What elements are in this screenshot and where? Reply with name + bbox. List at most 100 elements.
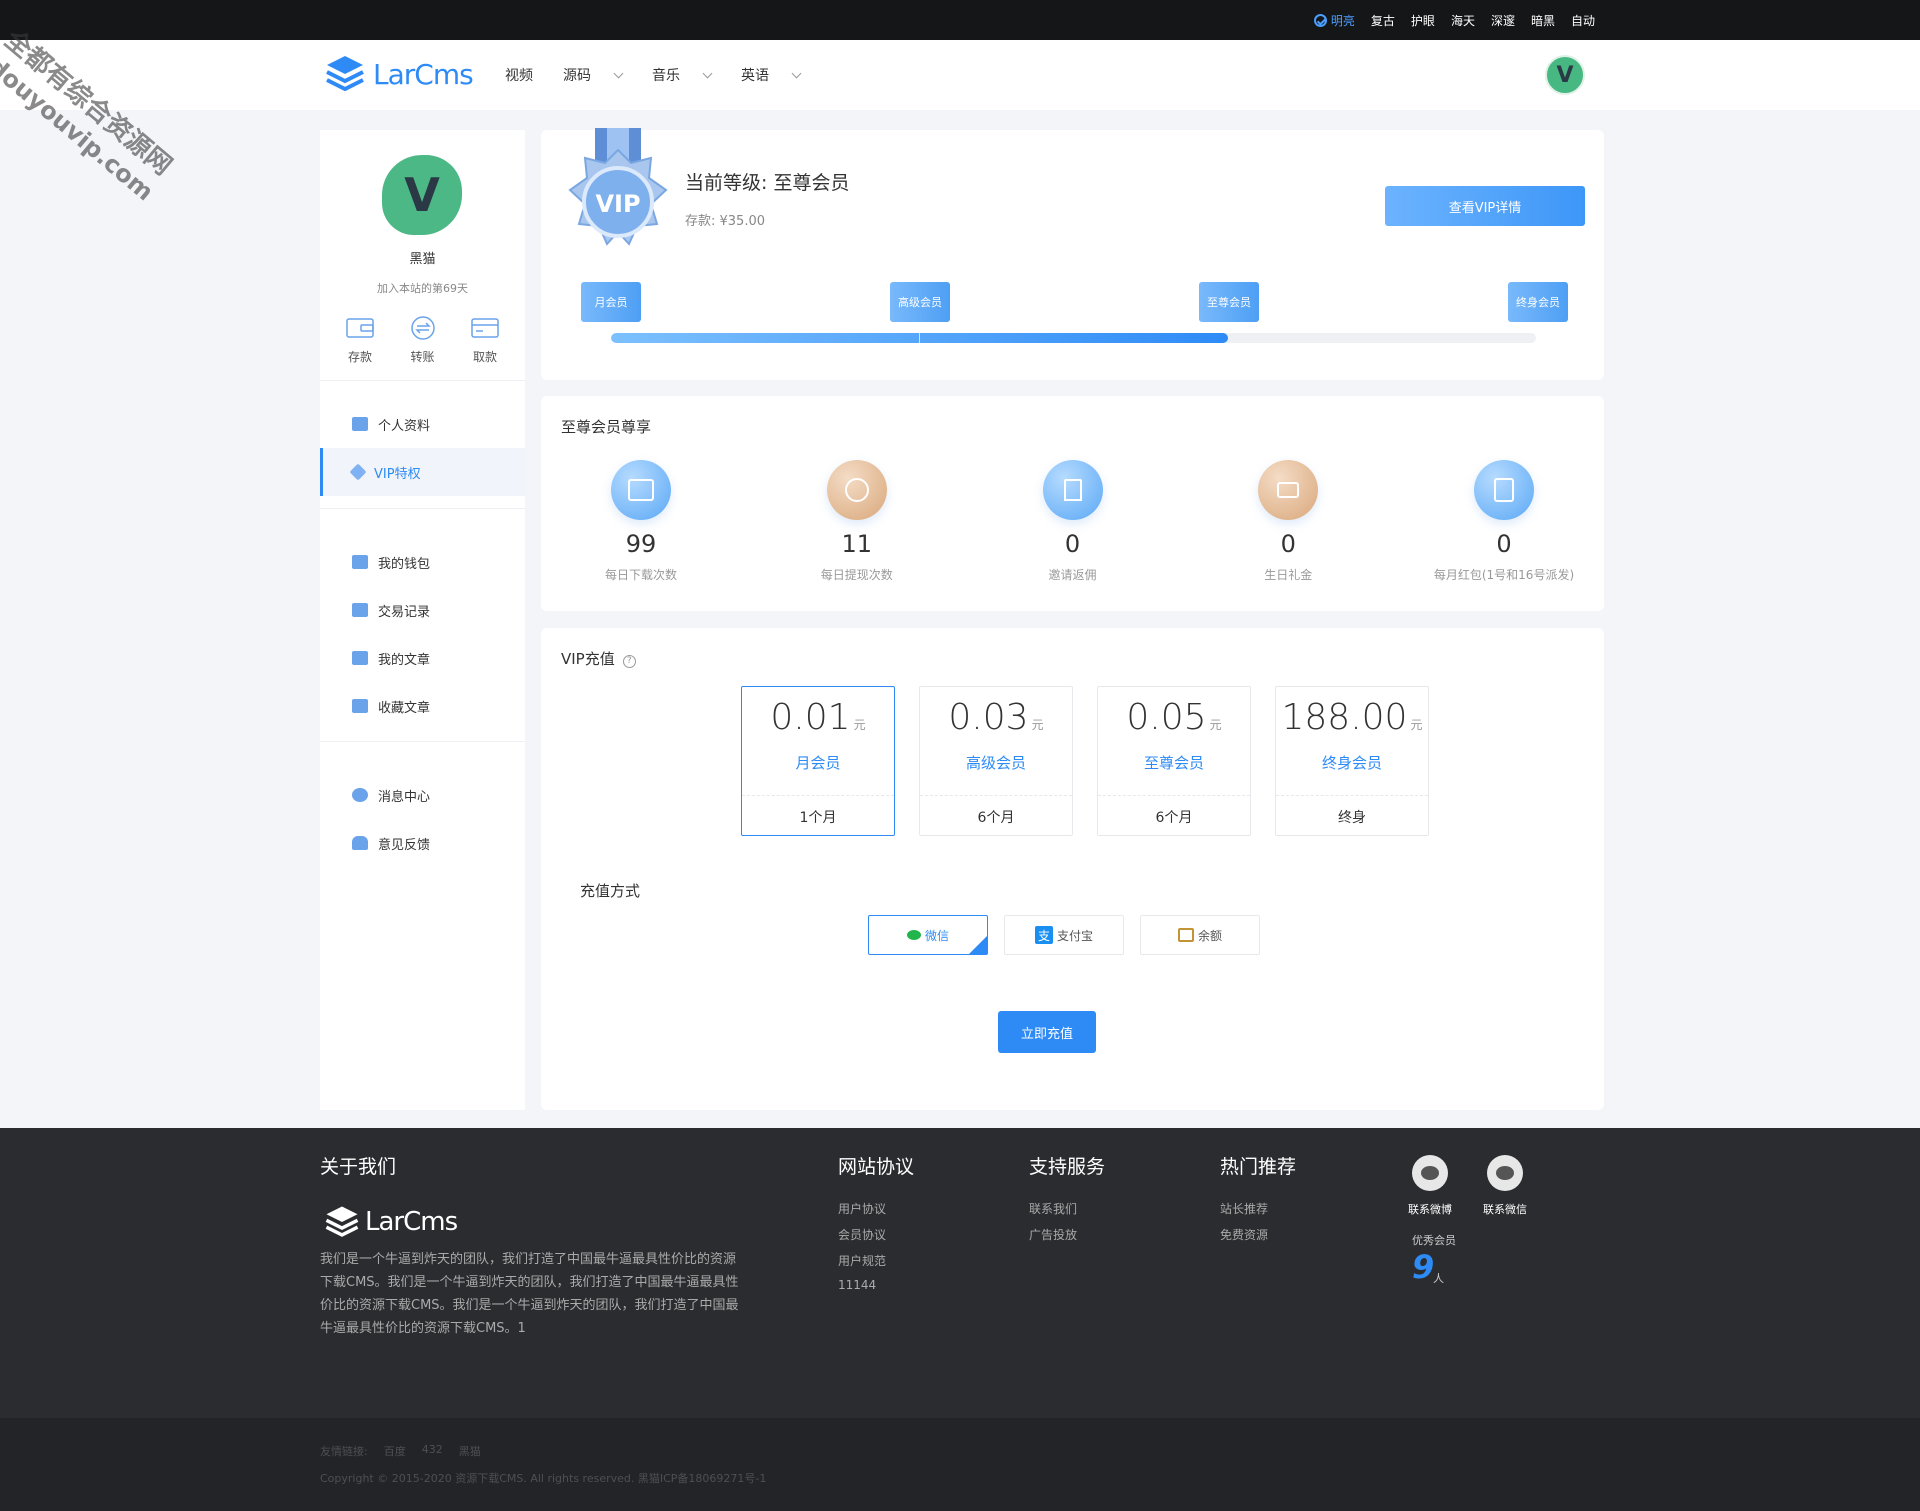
check-circle-icon [1313,13,1327,27]
footer-col-title: 支持服务 [1029,1156,1106,1178]
theme-option-retro[interactable]: 复古 [1371,12,1395,29]
vip-count-unit: 人 [1433,1272,1444,1285]
price-unit: 元 [853,718,866,732]
chevron-down-icon [702,68,713,78]
view-vip-details-button[interactable]: 查看VIP详情 [1385,186,1585,226]
sidebar-item-wallet[interactable]: 我的钱包 [320,538,525,586]
user-sidebar: V 黑猫 加入本站的第69天 存款 转账 取款 个人资料 VIP特权 我的钱包 … [320,130,525,1110]
plan-option-month[interactable]: 0.01 元 月会员 1个月 [741,686,895,836]
theme-option-bright[interactable]: 明亮 [1313,12,1355,29]
question-circle-icon[interactable]: ? [622,655,636,668]
transfer-button[interactable]: 转账 [398,316,448,365]
vip-medal-icon: VIP [568,128,668,246]
card-icon [471,318,499,338]
plan-duration: 1个月 [742,795,894,837]
sidebar-item-feedback[interactable]: 意见反馈 [320,819,525,867]
theme-option-dark[interactable]: 暗黑 [1531,12,1555,29]
sidebar-item-favorites[interactable]: 收藏文章 [320,682,525,730]
wechat-icon [1487,1155,1523,1191]
recharge-now-button[interactable]: 立即充值 [998,1011,1096,1053]
download-card-icon [611,460,671,520]
plan-option-advanced[interactable]: 0.03 元 高级会员 6个月 [919,686,1073,836]
button-label: 查看VIP详情 [1448,200,1522,216]
balance-wallet-icon [1177,928,1194,942]
footer-link[interactable]: 11144 [838,1278,886,1292]
sidebar-item-messages[interactable]: 消息中心 [320,771,525,819]
pay-option-alipay[interactable]: 支 支付宝 [1004,915,1124,955]
price-value: 0.01 [770,697,851,738]
plan-option-supreme[interactable]: 0.05 元 至尊会员 6个月 [1097,686,1251,836]
nav-item-music[interactable]: 音乐 [652,65,713,85]
footer-col-title: 网站协议 [838,1156,915,1178]
profile-joined-days: 加入本站的第69天 [377,282,468,295]
footer-link[interactable]: 广告投放 [1029,1226,1077,1243]
plan-option-lifetime[interactable]: 188.00 元 终身会员 终身 [1275,686,1429,836]
theme-label: 护眼 [1410,13,1435,28]
plan-name: 月会员 [795,754,841,772]
recharge-title-text: VIP充值 [561,650,615,668]
privilege-label: 每日下载次数 [604,568,677,582]
footer-logo[interactable]: LarCms [323,1203,458,1241]
user-avatar[interactable]: V [1545,55,1585,95]
theme-option-auto[interactable]: 自动 [1571,12,1595,29]
contact-wechat-button[interactable]: 联系微信 [1483,1155,1527,1217]
sidebar-item-transactions[interactable]: 交易记录 [320,586,525,634]
theme-option-deep[interactable]: 深邃 [1491,12,1515,29]
deposit-button[interactable]: 存款 [335,316,385,365]
nav-item-source[interactable]: 源码 [563,65,624,85]
friend-link[interactable]: 黑猫 [459,1443,481,1459]
avatar-letter: V [404,168,440,222]
price-unit: 元 [1410,718,1423,732]
privilege-item: 0 生日礼金 [1208,460,1368,583]
vip-count: 9 [1412,1248,1435,1286]
nav-item-video[interactable]: 视频 [505,65,533,85]
withdraw-icon [826,460,887,520]
layers-logo-icon [325,1206,359,1237]
plan-duration: 终身 [1276,795,1428,837]
theme-option-eyecare[interactable]: 护眼 [1411,12,1435,29]
footer-about-description: 我们是一个牛逼到炸天的团队，我们打造了中国最牛逼最具性价比的资源下载CMS。我们… [320,1252,739,1336]
cake-icon [1258,460,1319,520]
profile-username: 黑猫 [409,252,436,267]
footer-bottom: 友情链接: 百度 432 黑猫 Copyright © 2015-2020 资源… [0,1418,1920,1511]
contact-weibo-button[interactable]: 联系微博 [1408,1155,1452,1217]
sidebar-item-profile[interactable]: 个人资料 [320,400,525,448]
payment-method-title: 充值方式 [580,882,641,900]
article-icon [352,651,368,665]
friend-link[interactable]: 432 [422,1443,443,1459]
plan-name: 终身会员 [1321,754,1382,772]
footer-link[interactable]: 用户规范 [838,1252,886,1269]
copyright: Copyright © 2015-2020 资源下载CMS. All right… [320,1472,767,1485]
pay-label: 余额 [1197,928,1222,943]
footer-links-agreements: 用户协议 会员协议 用户规范 11144 [838,1200,886,1292]
privileges-title: 至尊会员尊享 [561,418,652,436]
privileges-list: 99 每日下载次数 11 每日提现次数 0 邀请返佣 0 生日礼金 0 每月红包… [561,460,1584,583]
footer-link[interactable]: 会员协议 [838,1226,886,1243]
deposit-amount: 存款: ¥35.00 [685,214,765,229]
nav-item-english[interactable]: 英语 [741,65,802,85]
footer-link[interactable]: 联系我们 [1029,1200,1077,1217]
transfer-icon [410,316,435,340]
bell-icon [352,836,368,850]
theme-option-sea[interactable]: 海天 [1451,12,1475,29]
privilege-item: 0 每月红包(1号和16号派发) [1424,460,1584,583]
friend-links: 友情链接: 百度 432 黑猫 [320,1443,481,1459]
footer-link[interactable]: 免费资源 [1220,1226,1268,1243]
withdraw-button[interactable]: 取款 [460,316,510,365]
progress-divider [919,333,920,343]
sidebar-item-articles[interactable]: 我的文章 [320,634,525,682]
social-label: 联系微信 [1483,1203,1527,1216]
sidebar-group-account: 个人资料 VIP特权 [320,400,525,496]
friend-link[interactable]: 百度 [384,1443,406,1459]
pay-option-wechat[interactable]: 微信 [868,915,988,955]
sidebar-divider [320,741,525,742]
pay-option-balance[interactable]: 余额 [1140,915,1260,955]
sidebar-item-label: 交易记录 [378,604,431,620]
theme-label: 暗黑 [1530,13,1555,28]
site-logo[interactable]: LarCms [323,52,474,96]
sidebar-item-vip[interactable]: VIP特权 [320,448,525,496]
footer-link[interactable]: 站长推荐 [1220,1200,1268,1217]
footer-link[interactable]: 用户协议 [838,1200,886,1217]
nav-label: 音乐 [652,68,680,84]
recharge-title: VIP充值? [561,648,636,669]
